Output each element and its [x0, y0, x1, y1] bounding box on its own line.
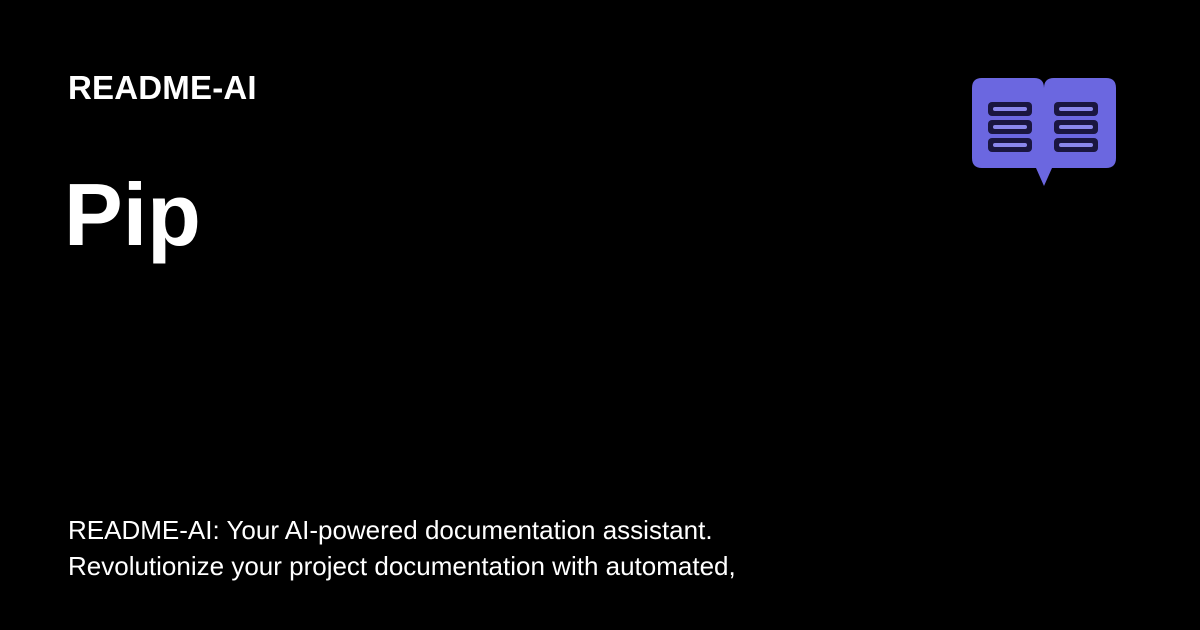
description-line: Revolutionize your project documentation…	[68, 551, 736, 581]
social-card: README-AI Pip README-AI: Your AI-powered…	[0, 0, 1200, 630]
description: README-AI: Your AI-powered documentation…	[68, 512, 968, 584]
site-name: README-AI	[68, 69, 257, 106]
page-title: Pip	[64, 165, 201, 264]
description-line: README-AI: Your AI-powered documentation…	[68, 515, 713, 545]
open-book-icon	[972, 78, 1116, 186]
